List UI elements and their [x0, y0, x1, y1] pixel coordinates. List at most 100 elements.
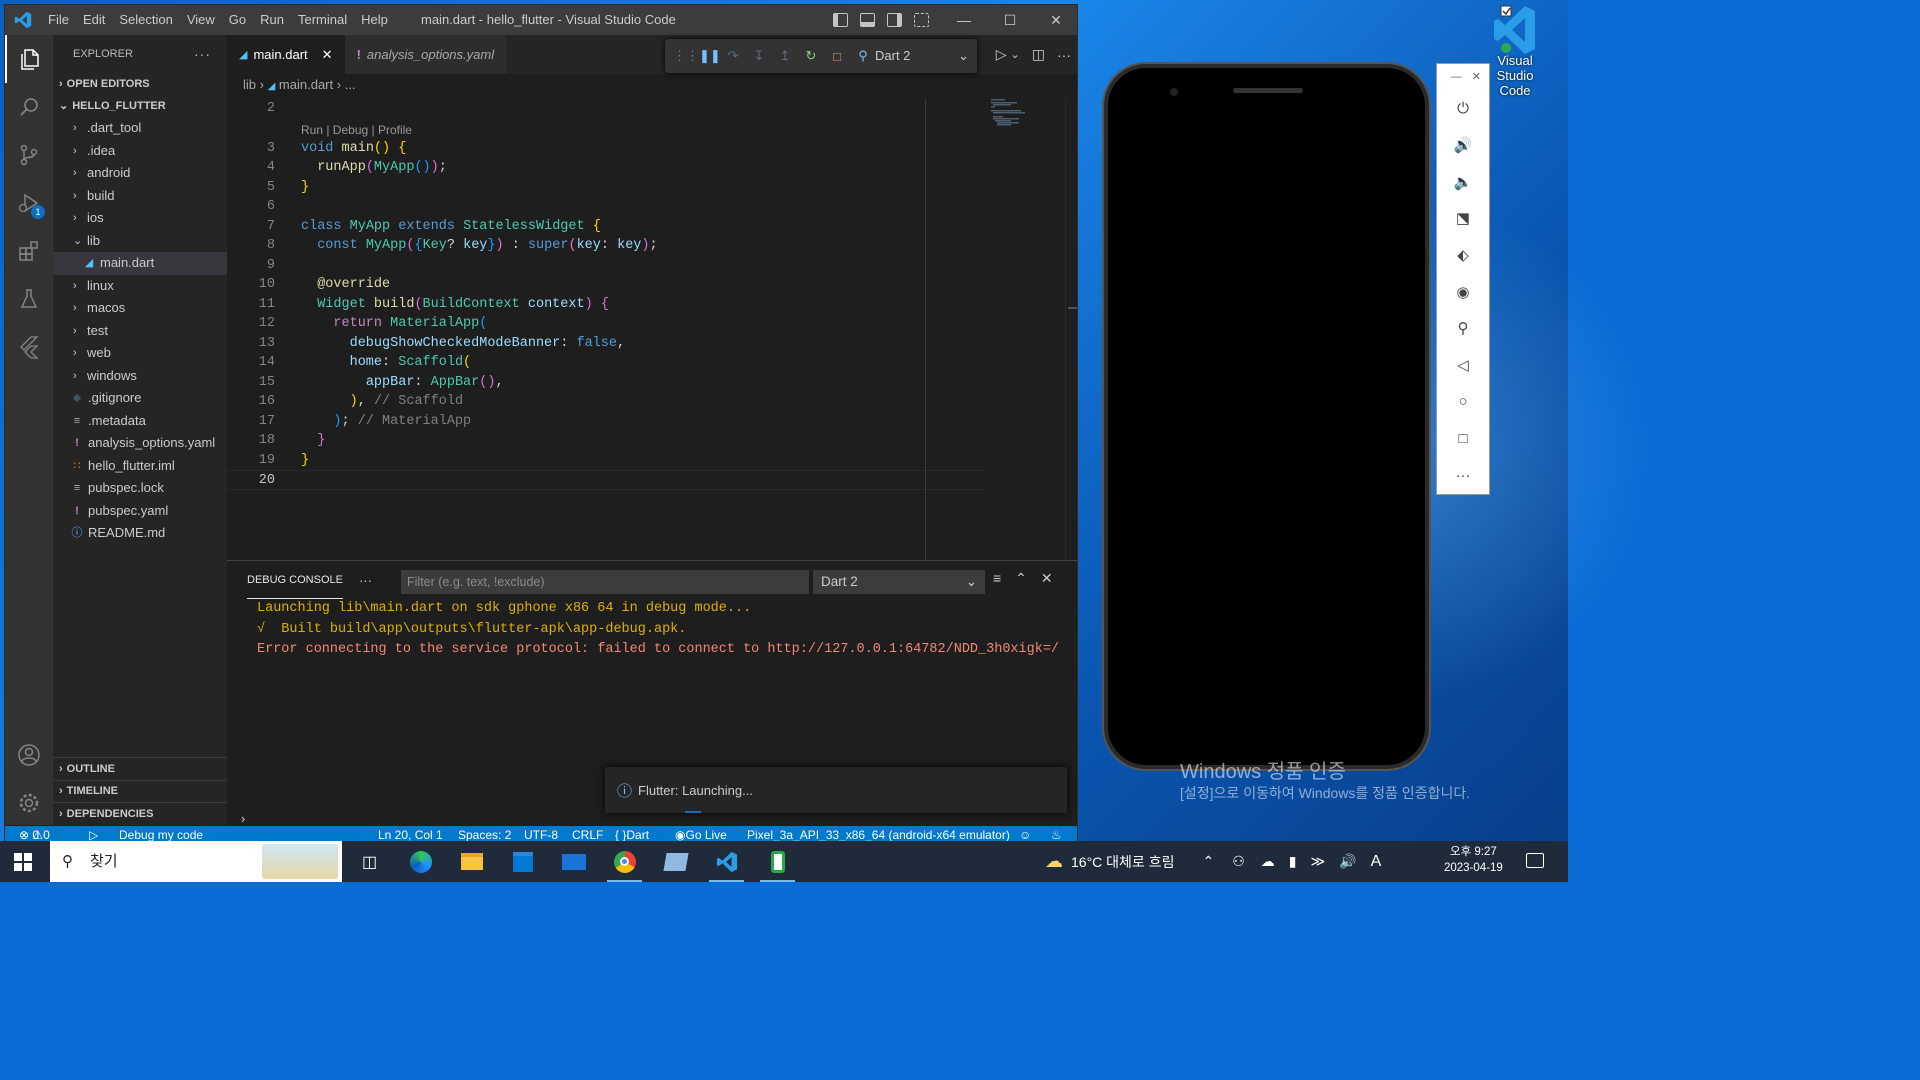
codelens-run-debug-profile[interactable]: Run | Debug | Profile: [227, 119, 987, 139]
tree-folder-web[interactable]: › web: [53, 342, 227, 365]
rotate-left-icon[interactable]: ⬔: [1437, 200, 1489, 237]
testing-icon[interactable]: [5, 275, 53, 323]
minimize-icon[interactable]: —: [941, 5, 987, 35]
zoom-icon[interactable]: ⚲: [1437, 310, 1489, 347]
screenshot-camera-icon[interactable]: ◉: [1437, 273, 1489, 310]
emu-close-icon[interactable]: ✕: [1472, 64, 1481, 90]
breadcrumb-file[interactable]: main.dart: [279, 77, 333, 92]
power-icon[interactable]: ⏻: [1437, 90, 1489, 127]
tab-analysis-options[interactable]: ! analysis_options.yaml: [344, 35, 507, 74]
maximize-icon[interactable]: ☐: [987, 5, 1033, 35]
network-icon[interactable]: ≫: [1310, 853, 1325, 870]
volume-up-icon[interactable]: 🔊: [1437, 127, 1489, 164]
close-panel-icon[interactable]: ✕: [1041, 570, 1053, 587]
tree-folder-macos[interactable]: › macos: [53, 297, 227, 320]
tree-file-readme-md[interactable]: ⓘ README.md: [53, 522, 227, 545]
step-over-icon[interactable]: ↷: [725, 48, 741, 64]
debug-config-select[interactable]: Dart 2 ⌄: [869, 45, 969, 67]
tree-folder-test[interactable]: › test: [53, 320, 227, 343]
more-icon[interactable]: ···: [1437, 457, 1489, 494]
menu-selection[interactable]: Selection: [112, 5, 179, 35]
extensions-icon[interactable]: [5, 227, 53, 275]
menu-help[interactable]: Help: [354, 5, 395, 35]
chevron-down-icon[interactable]: ⌄: [1011, 48, 1020, 61]
customize-layout-icon[interactable]: [914, 13, 929, 27]
weather-text[interactable]: 16°C 대체로 흐림: [1071, 852, 1174, 872]
toggle-sidebar-icon[interactable]: [833, 13, 848, 27]
tree-folder-lib[interactable]: ⌄ lib: [53, 230, 227, 253]
onedrive-icon[interactable]: ☁: [1261, 853, 1275, 870]
tree-file-analysis-options-yaml[interactable]: ! analysis_options.yaml: [53, 432, 227, 455]
tree-folder-android[interactable]: › android: [53, 162, 227, 185]
dependencies-section[interactable]: › DEPENDENCIES: [53, 802, 227, 825]
tree-folder-linux[interactable]: › linux: [53, 275, 227, 298]
timeline-section[interactable]: › TIMELINE: [53, 779, 227, 803]
search-icon[interactable]: [5, 83, 53, 131]
flutter-icon[interactable]: [5, 323, 53, 371]
tree-file-metadata[interactable]: ≡ .metadata: [53, 410, 227, 433]
emulator-taskbar-icon[interactable]: [752, 841, 803, 882]
notification-center-icon[interactable]: [1526, 853, 1544, 868]
restart-icon[interactable]: ↻: [803, 48, 819, 64]
tree-file-hello-flutter-iml[interactable]: ∷ hello_flutter.iml: [53, 455, 227, 478]
mail-icon[interactable]: [548, 841, 599, 882]
task-view-icon[interactable]: ◫: [344, 841, 395, 882]
tab-debug-console[interactable]: DEBUG CONSOLE: [247, 561, 343, 599]
code-editor[interactable]: 2 Run | Debug | Profile 3 void main() { 4…: [227, 99, 987, 490]
vscode-taskbar-icon[interactable]: [701, 841, 752, 882]
file-explorer-icon[interactable]: [446, 841, 497, 882]
maximize-panel-icon[interactable]: ⌃: [1015, 570, 1027, 587]
step-out-icon[interactable]: ↥: [777, 48, 793, 64]
breadcrumb-folder[interactable]: lib: [243, 77, 256, 92]
tree-folder-build[interactable]: › build: [53, 185, 227, 208]
drag-handle-icon[interactable]: ⋮⋮: [673, 48, 699, 64]
home-icon[interactable]: ○: [1437, 384, 1489, 421]
edge-browser-icon[interactable]: [395, 841, 446, 882]
taskbar-clock[interactable]: 오후 9:27 2023-04-19: [1444, 844, 1503, 876]
toggle-panel-icon[interactable]: [860, 13, 875, 27]
ime-indicator[interactable]: A: [1371, 853, 1382, 871]
microsoft-store-icon[interactable]: [497, 841, 548, 882]
panel-more-icon[interactable]: ···: [359, 573, 372, 588]
split-editor-icon[interactable]: ◫: [1032, 46, 1045, 63]
toggle-secondary-sidebar-icon[interactable]: [887, 13, 902, 27]
accounts-icon[interactable]: [5, 731, 53, 779]
close-window-icon[interactable]: ✕: [1033, 5, 1077, 35]
battery-icon[interactable]: ▮: [1289, 853, 1297, 870]
breadcrumb-rest[interactable]: ...: [345, 77, 356, 92]
console-config-select[interactable]: Dart 2 ⌄: [813, 570, 985, 594]
tree-file-pubspec-yaml[interactable]: ! pubspec.yaml: [53, 500, 227, 523]
project-section[interactable]: ⌄ HELLO_FLUTTER: [53, 95, 227, 117]
overview-icon[interactable]: □: [1437, 420, 1489, 457]
menu-edit[interactable]: Edit: [76, 5, 112, 35]
run-icon[interactable]: ▷: [996, 46, 1007, 63]
meet-now-icon[interactable]: ⚇: [1232, 853, 1245, 870]
tree-folder-windows[interactable]: › windows: [53, 365, 227, 388]
explorer-icon[interactable]: [5, 35, 53, 83]
editor-scrollbar[interactable]: [1065, 99, 1077, 565]
desktop-icon-vscode[interactable]: Visual Studio Code: [1480, 4, 1550, 98]
rotate-right-icon[interactable]: ⬖: [1437, 237, 1489, 274]
menu-go[interactable]: Go: [222, 5, 253, 35]
step-into-icon[interactable]: ↧: [751, 48, 767, 64]
clear-console-icon[interactable]: ≡: [993, 570, 1001, 587]
settings-gear-icon[interactable]: [5, 779, 53, 827]
start-windows-icon[interactable]: [14, 853, 32, 871]
open-editors-section[interactable]: › OPEN EDITORS: [53, 73, 227, 95]
menu-view[interactable]: View: [180, 5, 222, 35]
show-hidden-icons-icon[interactable]: ⌃: [1202, 853, 1214, 870]
more-actions-icon[interactable]: ···: [1057, 47, 1071, 63]
chrome-icon[interactable]: [599, 841, 650, 882]
tree-folder-idea[interactable]: › .idea: [53, 140, 227, 163]
android-emulator-screen[interactable]: [1104, 64, 1429, 769]
tree-file-gitignore[interactable]: ◆ .gitignore: [53, 387, 227, 410]
run-debug-icon[interactable]: 1: [5, 179, 53, 227]
pause-icon[interactable]: ❚❚: [699, 48, 721, 64]
outline-section[interactable]: › OUTLINE: [53, 757, 227, 780]
back-icon[interactable]: ◁: [1437, 347, 1489, 384]
tab-main-dart[interactable]: ◢ main.dart ✕: [227, 35, 345, 74]
notification-toast[interactable]: ⓘ Flutter: Launching...: [605, 767, 1067, 813]
explorer-more-icon[interactable]: ···: [194, 35, 211, 73]
stop-icon[interactable]: □: [829, 49, 845, 64]
minimap[interactable]: [991, 99, 1031, 129]
